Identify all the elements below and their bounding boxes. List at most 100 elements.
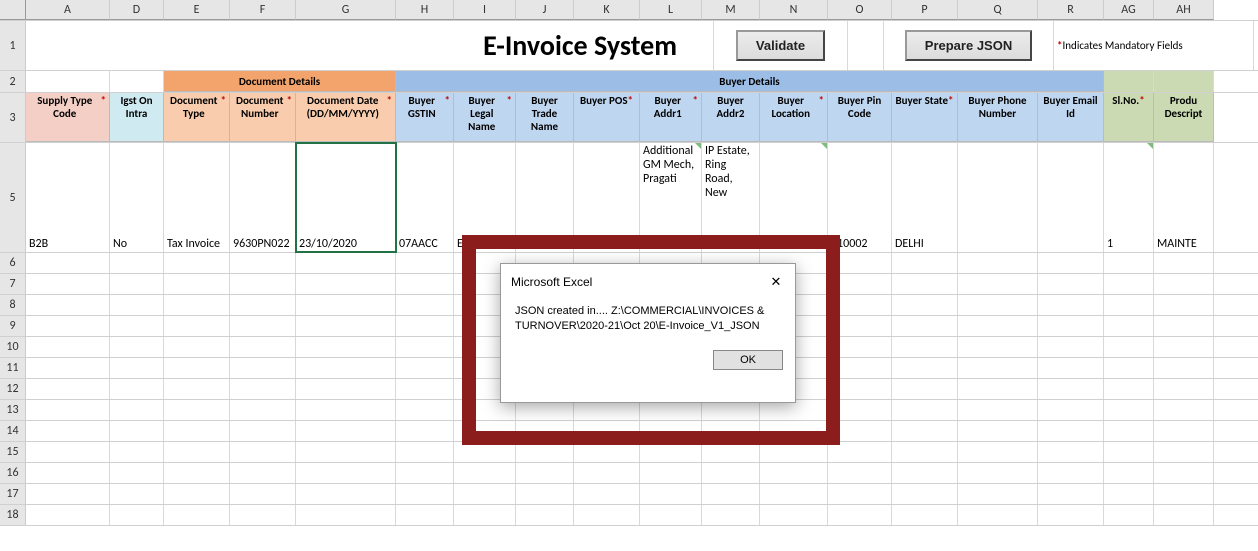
cell-H6[interactable] bbox=[396, 253, 454, 273]
cell-O7[interactable] bbox=[828, 274, 892, 294]
cell-AH15[interactable] bbox=[1154, 442, 1214, 462]
rowhead-7[interactable]: 7 bbox=[0, 274, 26, 294]
cell-AG17[interactable] bbox=[1104, 484, 1154, 504]
colhead-K[interactable]: K bbox=[574, 0, 640, 20]
cell-AG18[interactable] bbox=[1104, 505, 1154, 525]
cell-AH18[interactable] bbox=[1154, 505, 1214, 525]
cell-E17[interactable] bbox=[164, 484, 230, 504]
cell-A6[interactable] bbox=[26, 253, 110, 273]
cell-G9[interactable] bbox=[296, 316, 396, 336]
cell-G7[interactable] bbox=[296, 274, 396, 294]
cell-F8[interactable] bbox=[230, 295, 296, 315]
cell-I16[interactable] bbox=[454, 463, 516, 483]
cell-O15[interactable] bbox=[828, 442, 892, 462]
cell-Q12[interactable] bbox=[958, 379, 1038, 399]
cell-P15[interactable] bbox=[892, 442, 958, 462]
cell-D16[interactable] bbox=[110, 463, 164, 483]
cell-AH12[interactable] bbox=[1154, 379, 1214, 399]
cell-H16[interactable] bbox=[396, 463, 454, 483]
cell-G18[interactable] bbox=[296, 505, 396, 525]
cell-J13[interactable] bbox=[516, 400, 574, 420]
cell-AG5[interactable]: 1 bbox=[1104, 143, 1154, 252]
cell-N18[interactable] bbox=[760, 505, 828, 525]
cell-D10[interactable] bbox=[110, 337, 164, 357]
cell-AG13[interactable] bbox=[1104, 400, 1154, 420]
cell-A5[interactable]: B2B bbox=[26, 143, 110, 252]
rowhead-10[interactable]: 10 bbox=[0, 337, 26, 357]
cell-M17[interactable] bbox=[702, 484, 760, 504]
cell-E8[interactable] bbox=[164, 295, 230, 315]
rowhead-14[interactable]: 14 bbox=[0, 421, 26, 441]
cell-O5[interactable]: 110002 bbox=[828, 143, 892, 252]
cell-R5[interactable] bbox=[1038, 143, 1104, 252]
cell-P14[interactable] bbox=[892, 421, 958, 441]
colhead-E[interactable]: E bbox=[164, 0, 230, 20]
cell-A12[interactable] bbox=[26, 379, 110, 399]
cell-G5[interactable]: 23/10/2020 bbox=[296, 143, 396, 252]
cell-H14[interactable] bbox=[396, 421, 454, 441]
ok-button[interactable]: OK bbox=[713, 350, 783, 370]
cell-D6[interactable] bbox=[110, 253, 164, 273]
cell-Q16[interactable] bbox=[958, 463, 1038, 483]
cell-Q5[interactable] bbox=[958, 143, 1038, 252]
cell-P5[interactable]: DELHI bbox=[892, 143, 958, 252]
cell-O14[interactable] bbox=[828, 421, 892, 441]
cell-AG7[interactable] bbox=[1104, 274, 1154, 294]
cell-F18[interactable] bbox=[230, 505, 296, 525]
cell-H8[interactable] bbox=[396, 295, 454, 315]
cell-P10[interactable] bbox=[892, 337, 958, 357]
cell-I13[interactable] bbox=[454, 400, 516, 420]
cell-AG10[interactable] bbox=[1104, 337, 1154, 357]
cell-A16[interactable] bbox=[26, 463, 110, 483]
cell-R13[interactable] bbox=[1038, 400, 1104, 420]
cell-E15[interactable] bbox=[164, 442, 230, 462]
cell-L17[interactable] bbox=[640, 484, 702, 504]
rowhead-3[interactable]: 3 bbox=[0, 93, 26, 142]
cell-A10[interactable] bbox=[26, 337, 110, 357]
colhead-Q[interactable]: Q bbox=[958, 0, 1038, 20]
cell-N14[interactable] bbox=[760, 421, 828, 441]
cell-J5[interactable] bbox=[516, 143, 574, 252]
cell-D9[interactable] bbox=[110, 316, 164, 336]
cell-N5[interactable]: New Delhi bbox=[760, 143, 828, 252]
cell-K17[interactable] bbox=[574, 484, 640, 504]
colhead-H[interactable]: H bbox=[396, 0, 454, 20]
cell-E9[interactable] bbox=[164, 316, 230, 336]
cell-A15[interactable] bbox=[26, 442, 110, 462]
cell-M13[interactable] bbox=[702, 400, 760, 420]
cell-AG12[interactable] bbox=[1104, 379, 1154, 399]
cell-R18[interactable] bbox=[1038, 505, 1104, 525]
cell-Q13[interactable] bbox=[958, 400, 1038, 420]
cell-AH5[interactable]: MAINTE bbox=[1154, 143, 1214, 252]
cell-G8[interactable] bbox=[296, 295, 396, 315]
cell-AH13[interactable] bbox=[1154, 400, 1214, 420]
colhead-AH[interactable]: AH bbox=[1154, 0, 1214, 20]
cell-D12[interactable] bbox=[110, 379, 164, 399]
cell-K5[interactable] bbox=[574, 143, 640, 252]
cell-F9[interactable] bbox=[230, 316, 296, 336]
colhead-P[interactable]: P bbox=[892, 0, 958, 20]
cell-G11[interactable] bbox=[296, 358, 396, 378]
cell-AH8[interactable] bbox=[1154, 295, 1214, 315]
cell-D5[interactable]: No bbox=[110, 143, 164, 252]
cell-O11[interactable] bbox=[828, 358, 892, 378]
cell-L15[interactable] bbox=[640, 442, 702, 462]
cell-AH16[interactable] bbox=[1154, 463, 1214, 483]
cell-P13[interactable] bbox=[892, 400, 958, 420]
cell-H12[interactable] bbox=[396, 379, 454, 399]
prepare-json-button[interactable]: Prepare JSON bbox=[905, 30, 1032, 61]
cell-A7[interactable] bbox=[26, 274, 110, 294]
cell-D15[interactable] bbox=[110, 442, 164, 462]
cell-R11[interactable] bbox=[1038, 358, 1104, 378]
cell-R7[interactable] bbox=[1038, 274, 1104, 294]
cell-R8[interactable] bbox=[1038, 295, 1104, 315]
cell-G14[interactable] bbox=[296, 421, 396, 441]
cell-AG15[interactable] bbox=[1104, 442, 1154, 462]
cell-M18[interactable] bbox=[702, 505, 760, 525]
cell-AG14[interactable] bbox=[1104, 421, 1154, 441]
cell-J15[interactable] bbox=[516, 442, 574, 462]
cell-H17[interactable] bbox=[396, 484, 454, 504]
rowhead-17[interactable]: 17 bbox=[0, 484, 26, 504]
cell-A18[interactable] bbox=[26, 505, 110, 525]
select-all-corner[interactable] bbox=[0, 0, 26, 20]
